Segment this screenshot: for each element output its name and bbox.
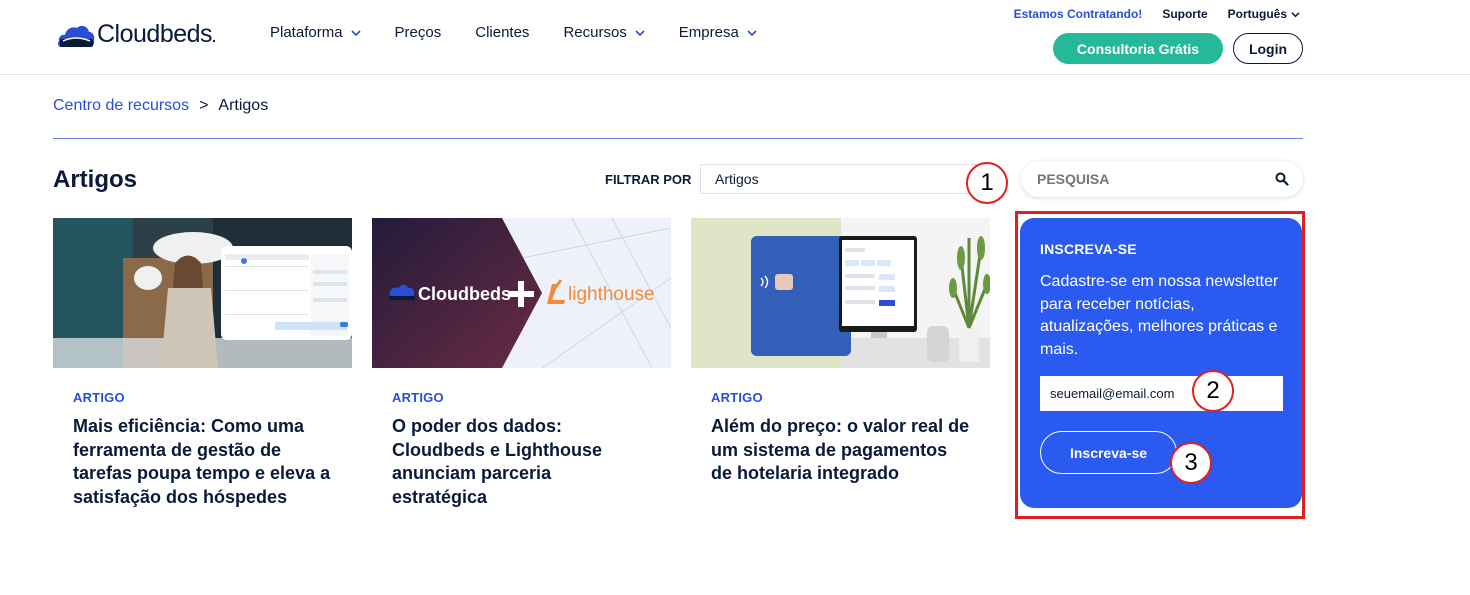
consult-button[interactable]: Consultoria Grátis	[1053, 33, 1223, 64]
logo-text: Cloudbeds.	[97, 20, 216, 48]
chevron-down-icon	[747, 29, 757, 36]
image-logo-lighthouse: lighthouse	[568, 284, 655, 305]
hiring-link[interactable]: Estamos Contratando!	[1014, 7, 1143, 21]
chevron-down-icon	[635, 29, 645, 36]
article-image-graphic: Cloudbeds lighthouse	[372, 218, 671, 368]
nav-label: Clientes	[475, 24, 530, 41]
article-card[interactable]: ARTIGO Além do preço: o valor real de um…	[691, 218, 990, 486]
newsletter-email-input[interactable]	[1040, 376, 1283, 411]
breadcrumb: Centro de recursos > Artigos	[53, 97, 268, 115]
nav-label: Plataforma	[270, 24, 343, 41]
annotation-marker: 3	[1170, 442, 1212, 484]
section-divider	[53, 138, 1303, 139]
image-logo-cloudbeds: Cloudbeds	[418, 284, 511, 304]
nav-precos[interactable]: Preços	[395, 24, 442, 41]
search-box	[1021, 161, 1303, 197]
newsletter-subscribe-button[interactable]: Inscreva-se	[1040, 431, 1177, 474]
search-input[interactable]	[1037, 171, 1257, 187]
breadcrumb-parent-link[interactable]: Centro de recursos	[53, 97, 189, 115]
language-selector[interactable]: Português	[1228, 7, 1300, 21]
main-nav: Plataforma Preços Clientes Recursos Empr…	[270, 24, 791, 41]
article-title-link[interactable]: Mais eficiência: Como uma ferramenta de …	[73, 415, 332, 509]
login-button[interactable]: Login	[1233, 33, 1303, 64]
nav-plataforma[interactable]: Plataforma	[270, 24, 361, 41]
nav-label: Empresa	[678, 24, 739, 41]
article-card[interactable]: ARTIGO Mais eficiência: Como uma ferrame…	[53, 218, 352, 509]
article-card[interactable]: Cloudbeds lighthouse ARTIGO O poder dos …	[372, 218, 671, 509]
chevron-down-icon	[350, 29, 361, 36]
newsletter-signup: INSCREVA-SE Cadastre-se em nossa newslet…	[1020, 218, 1302, 508]
cloudbeds-logo-icon	[57, 25, 95, 47]
article-image-graphic	[691, 218, 990, 368]
language-label: Português	[1227, 7, 1287, 21]
newsletter-description: Cadastre-se em nossa newsletter para rec…	[1040, 273, 1279, 358]
filter-label: FILTRAR POR	[605, 172, 692, 187]
article-category: ARTIGO	[392, 390, 444, 405]
cloudbeds-logo[interactable]: Cloudbeds.	[57, 20, 216, 49]
filter-selected-value: Artigos	[715, 171, 759, 187]
article-image-task-management[interactable]	[53, 218, 352, 368]
nav-label: Preços	[394, 24, 442, 41]
nav-clientes[interactable]: Clientes	[475, 24, 529, 41]
nav-empresa[interactable]: Empresa	[679, 24, 757, 41]
breadcrumb-separator: >	[199, 97, 209, 114]
newsletter-title: INSCREVA-SE	[1040, 241, 1137, 257]
annotation-marker: 1	[966, 162, 1008, 204]
chevron-down-icon	[1291, 11, 1300, 17]
nav-recursos[interactable]: Recursos	[563, 24, 645, 41]
page-title: Artigos	[53, 166, 137, 193]
filter-select[interactable]: Artigos	[700, 164, 990, 194]
article-category: ARTIGO	[73, 390, 125, 405]
article-title-link[interactable]: Além do preço: o valor real de um sistem…	[711, 415, 970, 486]
annotation-marker: 2	[1192, 370, 1234, 412]
article-title-link[interactable]: O poder dos dados: Cloudbeds e Lighthous…	[392, 415, 651, 509]
article-image-graphic	[53, 218, 352, 368]
article-image-payments[interactable]	[691, 218, 990, 368]
utility-links: Estamos Contratando! Suporte Português	[1014, 7, 1300, 21]
search-icon[interactable]	[1275, 172, 1289, 186]
site-header: Cloudbeds. Plataforma Preços Clientes Re…	[0, 0, 1470, 75]
breadcrumb-current: Artigos	[218, 97, 269, 114]
support-link[interactable]: Suporte	[1162, 7, 1207, 21]
article-image-partnership[interactable]: Cloudbeds lighthouse	[372, 218, 671, 368]
article-category: ARTIGO	[711, 390, 763, 405]
nav-label: Recursos	[563, 24, 627, 41]
